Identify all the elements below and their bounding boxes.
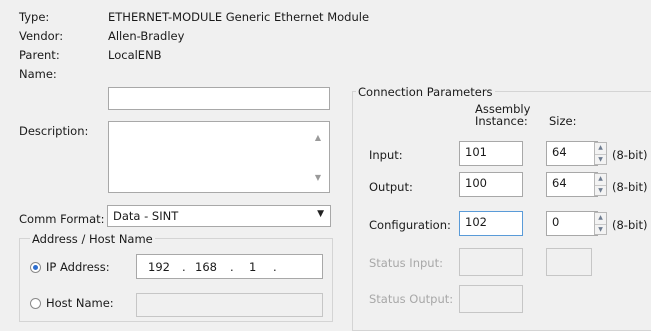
host-name-label: Host Name:: [46, 296, 114, 310]
configuration-size-value: 0: [552, 215, 560, 229]
connection-group-title: Connection Parameters: [356, 85, 495, 99]
configuration-unit: (8-bit): [612, 218, 648, 232]
name-label: Name:: [19, 67, 57, 81]
configuration-instance-field[interactable]: 102: [459, 211, 523, 236]
size-header: Size:: [549, 114, 577, 128]
input-size-spinner[interactable]: ▲ ▼: [594, 142, 607, 165]
description-label: Description:: [19, 124, 89, 138]
configuration-label: Configuration:: [369, 218, 451, 232]
input-instance-field[interactable]: 101: [459, 141, 523, 166]
ip-dot-1: .: [182, 260, 186, 274]
host-name-radio[interactable]: [30, 298, 41, 309]
ip-octet-1: 192: [148, 260, 170, 274]
chevron-down-icon: ▼: [317, 209, 324, 219]
spin-up-icon[interactable]: ▲: [595, 213, 606, 224]
status-output-label: Status Output:: [369, 292, 454, 306]
spin-up-icon[interactable]: ▲: [595, 174, 606, 185]
comm-format-select[interactable]: Data - SINT ▼: [107, 205, 331, 227]
status-input-label: Status Input:: [369, 256, 443, 270]
assembly-header-line2: Instance:: [475, 114, 528, 128]
spin-up-icon[interactable]: ▲: [595, 143, 606, 154]
ip-address-input[interactable]: 192 . 168 . 1 .: [136, 254, 323, 279]
input-size-field[interactable]: 64: [546, 141, 598, 166]
parent-label: Parent:: [19, 48, 60, 62]
output-size-value: 64: [552, 176, 567, 190]
ip-octet-3: 1: [249, 260, 257, 274]
status-output-field[interactable]: [459, 285, 523, 313]
vendor-value: Allen-Bradley: [108, 29, 185, 43]
scroll-up-icon[interactable]: ▲: [313, 132, 323, 144]
ip-dot-2: .: [230, 260, 234, 274]
ip-octet-2: 168: [195, 260, 217, 274]
spin-down-icon[interactable]: ▼: [595, 184, 606, 197]
input-label: Input:: [369, 148, 403, 162]
status-input-field[interactable]: [459, 248, 523, 276]
input-size-value: 64: [552, 145, 567, 159]
name-input[interactable]: [108, 87, 330, 110]
host-name-input[interactable]: [136, 293, 323, 317]
ip-address-label: IP Address:: [46, 260, 110, 274]
description-textarea[interactable]: ▲ ▼: [108, 121, 330, 193]
parent-value: LocalENB: [108, 48, 162, 62]
output-label: Output:: [369, 180, 413, 194]
comm-format-value: Data - SINT: [113, 209, 179, 223]
status-input-size-field[interactable]: [546, 248, 592, 276]
ip-address-radio[interactable]: [30, 262, 41, 273]
comm-format-label: Comm Format:: [19, 212, 105, 226]
input-unit: (8-bit): [612, 148, 648, 162]
configuration-size-spinner[interactable]: ▲ ▼: [594, 212, 607, 235]
vendor-label: Vendor:: [19, 29, 64, 43]
type-value: ETHERNET-MODULE Generic Ethernet Module: [108, 10, 370, 24]
spin-down-icon[interactable]: ▼: [595, 153, 606, 166]
address-group-title: Address / Host Name: [30, 232, 155, 246]
ip-dot-3: .: [273, 260, 277, 274]
output-size-spinner[interactable]: ▲ ▼: [594, 173, 607, 196]
output-size-field[interactable]: 64: [546, 172, 598, 197]
type-label: Type:: [19, 10, 50, 24]
assembly-header: Assembly Instance:: [475, 103, 530, 127]
spin-down-icon[interactable]: ▼: [595, 223, 606, 236]
output-unit: (8-bit): [612, 180, 648, 194]
scroll-down-icon[interactable]: ▼: [313, 172, 323, 184]
configuration-size-field[interactable]: 0: [546, 211, 598, 236]
output-instance-field[interactable]: 100: [459, 172, 523, 197]
